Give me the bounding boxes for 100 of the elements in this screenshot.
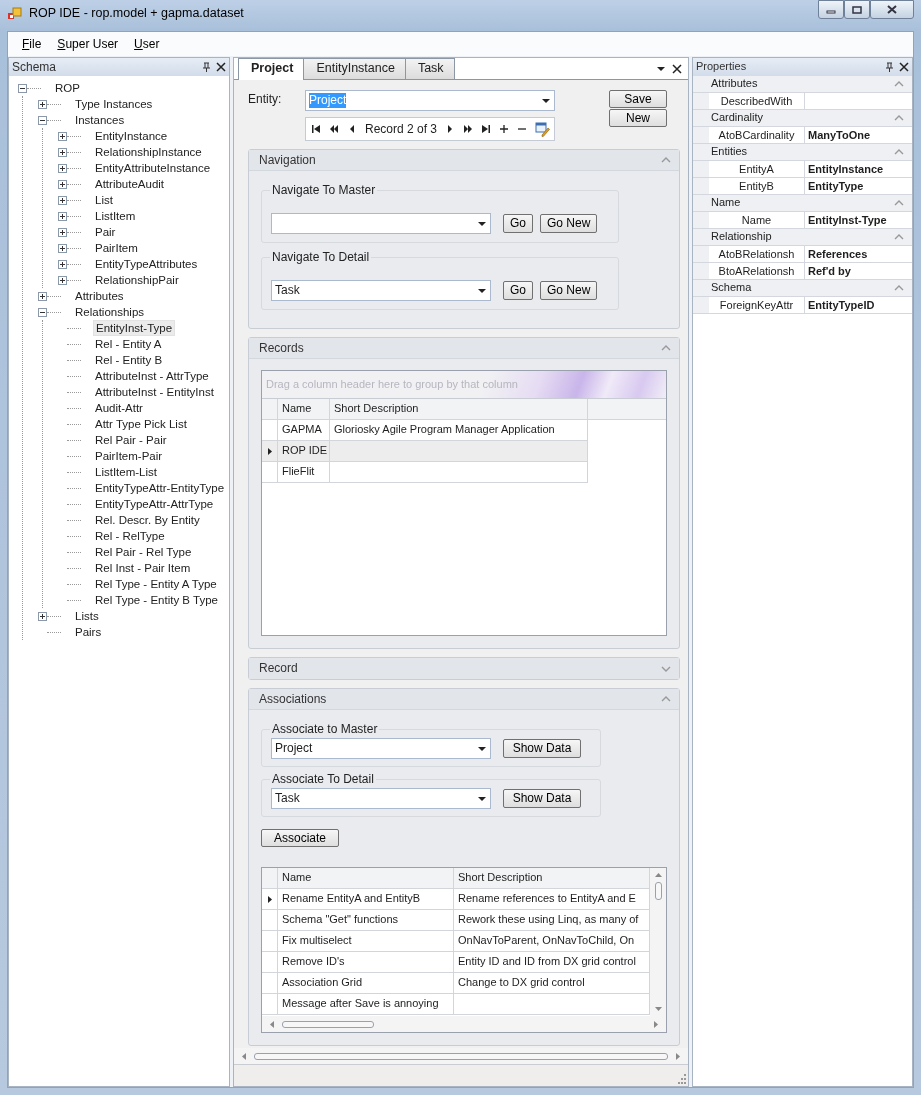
- property-value[interactable]: EntityInstance: [805, 161, 884, 177]
- tree-item[interactable]: Rel Type - Entity A Type: [93, 576, 219, 592]
- scroll-left-icon[interactable]: [268, 1019, 276, 1029]
- column-header[interactable]: Name: [278, 399, 330, 420]
- tree-item[interactable]: Rel Pair - Pair: [93, 432, 169, 448]
- last-icon[interactable]: [481, 124, 492, 134]
- edit-icon[interactable]: [535, 121, 551, 137]
- next-page-icon[interactable]: [463, 124, 474, 134]
- show-data-button[interactable]: Show Data: [503, 739, 581, 758]
- expand-icon[interactable]: [38, 291, 47, 301]
- go-button[interactable]: Go New: [540, 214, 598, 233]
- row-indicator[interactable]: [262, 889, 278, 911]
- tree-item[interactable]: Instances: [73, 112, 127, 128]
- dropdown-field[interactable]: Task: [271, 280, 491, 301]
- section-header[interactable]: Record: [249, 658, 679, 679]
- tree-item[interactable]: Rel Pair - Rel Type: [93, 544, 194, 560]
- expand-icon[interactable]: [58, 259, 67, 269]
- tab[interactable]: EntityInstance: [303, 58, 406, 79]
- expand-icon[interactable]: [58, 147, 67, 157]
- property-value[interactable]: References: [805, 246, 868, 262]
- tree-item[interactable]: Type Instances: [73, 96, 155, 112]
- property-value[interactable]: ManyToOne: [805, 127, 871, 143]
- scroll-right-icon[interactable]: [674, 1051, 682, 1061]
- add-icon[interactable]: [499, 124, 510, 134]
- pin-icon[interactable]: [201, 61, 211, 73]
- tree-item[interactable]: List: [93, 192, 115, 208]
- tree-item[interactable]: Rel - Entity B: [93, 352, 165, 368]
- tree-item[interactable]: Rel Inst - Pair Item: [93, 560, 193, 576]
- scroll-up-icon[interactable]: [653, 871, 663, 880]
- tree-item[interactable]: Audit-Attr: [93, 400, 145, 416]
- tree-item[interactable]: EntityAttributeInstance: [93, 160, 213, 176]
- expand-icon[interactable]: [38, 99, 47, 109]
- row-indicator[interactable]: [262, 441, 278, 462]
- scroll-thumb[interactable]: [654, 882, 662, 901]
- close-button[interactable]: [870, 0, 914, 19]
- close-icon[interactable]: [672, 63, 682, 74]
- expand-icon[interactable]: [58, 227, 67, 237]
- pin-icon[interactable]: [884, 61, 894, 73]
- tree-item[interactable]: EntityInstance: [93, 128, 170, 144]
- tree-item[interactable]: EntityInst-Type: [93, 319, 176, 337]
- column-header[interactable]: Name: [278, 868, 454, 890]
- property-category[interactable]: Name: [693, 195, 912, 212]
- tree-item[interactable]: AttributeInst - EntityInst: [93, 384, 216, 400]
- expand-icon[interactable]: [58, 195, 67, 205]
- tree-item[interactable]: Pair: [93, 224, 118, 240]
- tree-item[interactable]: ListItem-List: [93, 464, 159, 480]
- horizontal-scrollbar[interactable]: [234, 1048, 688, 1064]
- tree-item[interactable]: Relationships: [73, 304, 147, 320]
- property-category[interactable]: Schema: [693, 280, 912, 297]
- tree-item[interactable]: Rel - Entity A: [93, 336, 164, 352]
- collapse-icon[interactable]: [38, 115, 47, 125]
- tree-item[interactable]: PairItem: [93, 240, 140, 256]
- minimize-button[interactable]: [818, 0, 844, 19]
- property-category[interactable]: Attributes: [693, 76, 912, 93]
- tree-item[interactable]: EntityTypeAttr-EntityType: [93, 480, 227, 496]
- horizontal-scrollbar[interactable]: [262, 1016, 666, 1033]
- tree-item[interactable]: EntityTypeAttr-AttrType: [93, 496, 216, 512]
- tree-item[interactable]: AttributeAudit: [93, 176, 167, 192]
- save-button[interactable]: Save: [609, 90, 667, 109]
- menu-item[interactable]: Super User: [49, 34, 127, 54]
- previous-page-icon[interactable]: [329, 124, 339, 134]
- go-button[interactable]: Go New: [540, 281, 598, 300]
- resize-grip-icon[interactable]: [676, 1074, 686, 1084]
- scroll-right-icon[interactable]: [652, 1019, 660, 1029]
- column-header[interactable]: Short Description: [330, 399, 588, 420]
- collapse-icon[interactable]: [38, 307, 47, 317]
- section-header[interactable]: Navigation: [249, 150, 679, 171]
- tree-item[interactable]: Rel Type - Entity B Type: [93, 592, 220, 608]
- scroll-thumb[interactable]: [254, 1052, 668, 1060]
- menu-item[interactable]: File: [14, 34, 50, 54]
- tree-item[interactable]: ROP: [53, 80, 82, 96]
- section-header[interactable]: Records: [249, 338, 679, 359]
- associate-button[interactable]: Associate: [261, 829, 339, 848]
- expand-icon[interactable]: [58, 275, 67, 285]
- scroll-down-icon[interactable]: [653, 1005, 663, 1014]
- property-value[interactable]: EntityInst-Type: [805, 212, 887, 228]
- expand-icon[interactable]: [58, 243, 67, 253]
- column-header[interactable]: Short Description: [454, 868, 650, 890]
- expand-icon[interactable]: [38, 611, 47, 621]
- vertical-scrollbar[interactable]: [650, 868, 666, 1017]
- close-icon[interactable]: [216, 62, 226, 72]
- tree-item[interactable]: PairItem-Pair: [93, 448, 165, 464]
- close-icon[interactable]: [899, 62, 909, 72]
- new-button[interactable]: New: [609, 109, 667, 128]
- property-category[interactable]: Cardinality: [693, 110, 912, 127]
- dropdown-field[interactable]: Project: [271, 738, 491, 759]
- tree-item[interactable]: Pairs: [73, 624, 104, 640]
- tree-item[interactable]: RelationshipPair: [93, 272, 181, 288]
- tree-item[interactable]: Attributes: [73, 288, 126, 304]
- tree-item[interactable]: RelationshipInstance: [93, 144, 204, 160]
- tree-item[interactable]: Attr Type Pick List: [93, 416, 189, 432]
- expand-icon[interactable]: [58, 211, 67, 221]
- scroll-left-icon[interactable]: [240, 1051, 248, 1061]
- tree-item[interactable]: Lists: [73, 608, 101, 624]
- tree-item[interactable]: Rel - RelType: [93, 528, 167, 544]
- show-data-button[interactable]: Show Data: [503, 789, 581, 808]
- tree-item[interactable]: EntityTypeAttributes: [93, 256, 200, 272]
- property-category[interactable]: Entities: [693, 144, 912, 161]
- first-icon[interactable]: [311, 124, 321, 134]
- tab[interactable]: Project: [238, 58, 305, 80]
